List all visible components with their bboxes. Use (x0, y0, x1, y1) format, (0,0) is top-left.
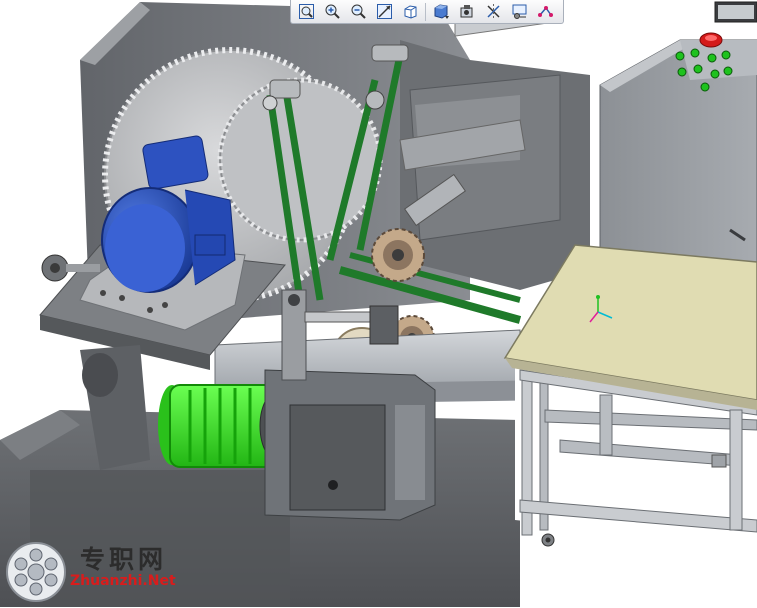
hide-show-items-button[interactable] (455, 1, 479, 22)
zoom-out-icon (351, 4, 366, 19)
view-cube-icon (404, 5, 416, 19)
display-style-icon (434, 4, 449, 19)
view-orientation-button[interactable] (398, 1, 422, 22)
toolbar-separator (425, 2, 426, 21)
emergency-stop-button[interactable] (699, 32, 723, 48)
zoom-to-fit-icon (298, 4, 314, 19)
watermark: 专职网 Zhuanzhi.Net (4, 540, 194, 604)
cad-3d-viewport[interactable] (0, 0, 757, 607)
view-settings-icon (512, 4, 526, 19)
apply-scene-button[interactable] (533, 1, 557, 22)
apply-scene-icon (537, 6, 553, 17)
previous-view-icon (376, 4, 392, 19)
heads-up-view-toolbar (290, 0, 564, 24)
watermark-logo-icon (6, 542, 66, 602)
zoom-in-button[interactable] (320, 1, 344, 22)
hide-show-icon (460, 5, 472, 18)
view-settings-button[interactable] (507, 1, 531, 22)
gearbox (264, 369, 436, 521)
display-style-button[interactable] (429, 1, 453, 22)
zoom-out-button[interactable] (346, 1, 370, 22)
zoom-to-fit-button[interactable] (294, 1, 318, 22)
watermark-english-text: Zhuanzhi.Net (70, 573, 176, 589)
section-view-icon (486, 4, 500, 19)
drive-sprocket-upper (371, 228, 425, 282)
previous-view-button[interactable] (372, 1, 396, 22)
control-cabinet (599, 1, 757, 266)
zoom-in-icon (325, 4, 340, 19)
watermark-chinese-text: 专职网 (80, 545, 168, 574)
section-view-button[interactable] (481, 1, 505, 22)
